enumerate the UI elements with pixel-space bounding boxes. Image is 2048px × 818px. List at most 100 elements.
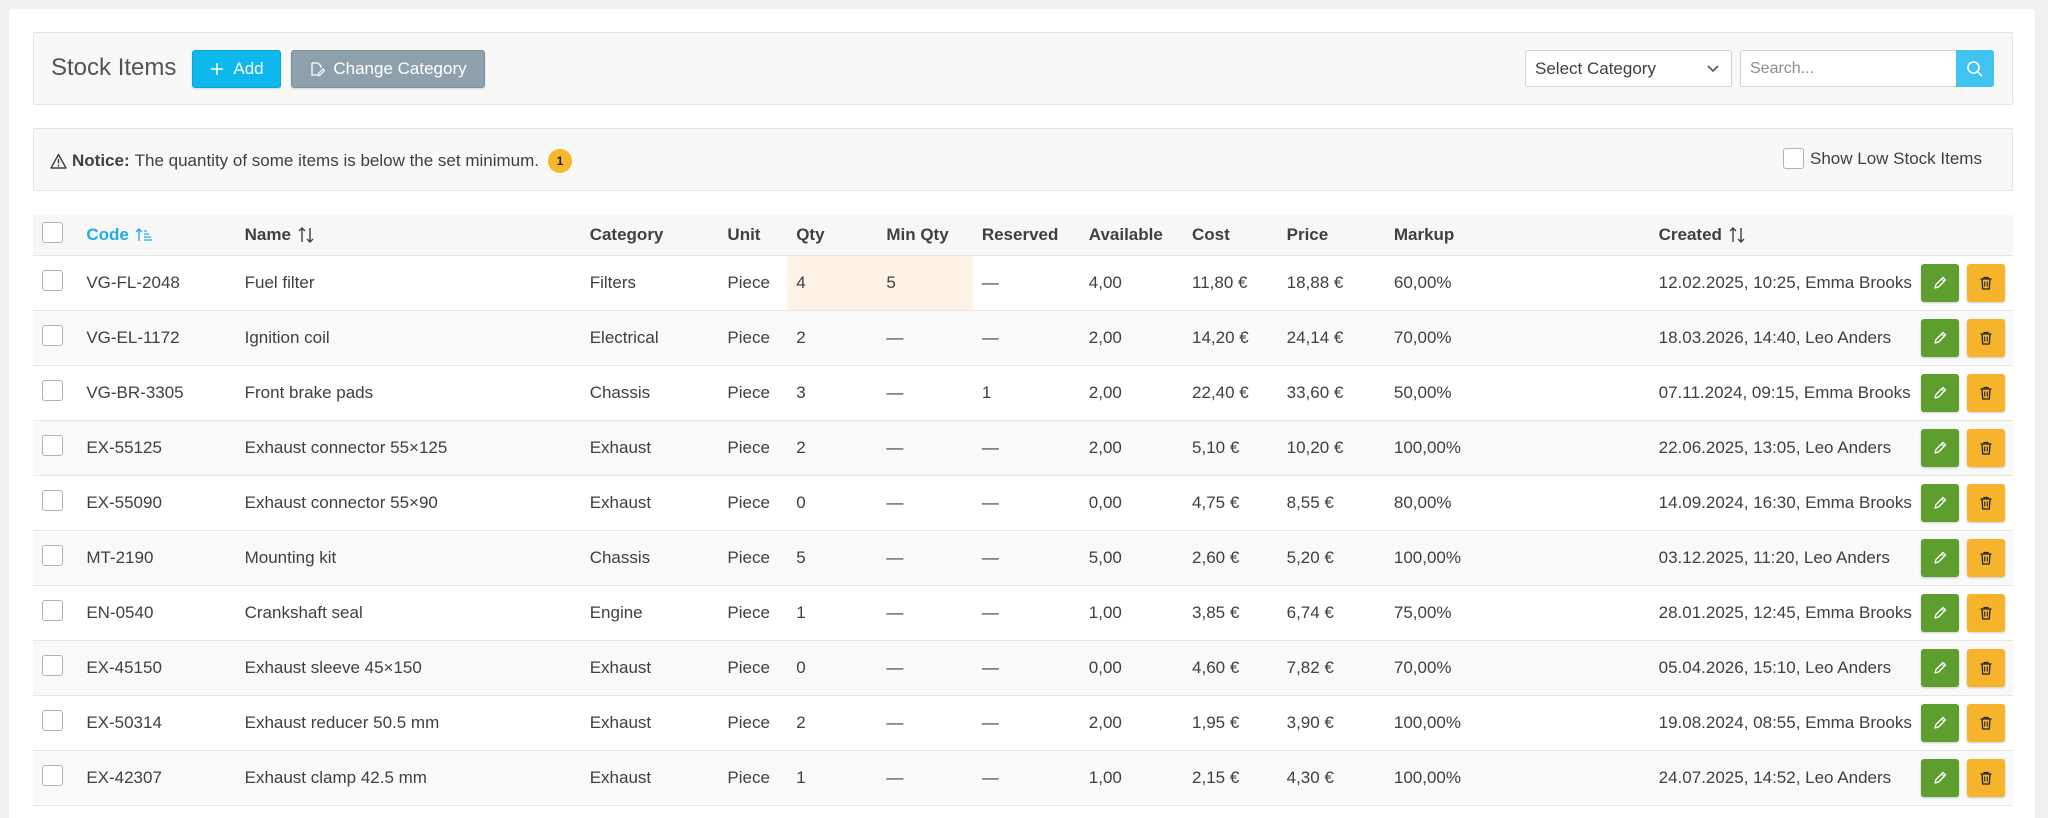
cell-qty: 2 xyxy=(796,327,806,347)
row-actions-cell xyxy=(1912,695,2013,750)
delete-button[interactable] xyxy=(1967,758,2005,797)
trash-icon xyxy=(1980,276,1992,290)
col-header-qty: Qty xyxy=(787,215,878,256)
cell-available: 2,00 xyxy=(1088,327,1122,347)
row-checkbox[interactable] xyxy=(42,599,63,621)
edit-button[interactable] xyxy=(1921,263,1959,302)
row-select-cell xyxy=(33,530,77,585)
row-actions-cell xyxy=(1912,640,2013,695)
delete-button[interactable] xyxy=(1967,593,2005,632)
pencil-icon xyxy=(1934,606,1947,619)
cell-created: 19.08.2024, 08:55, Emma Brooks xyxy=(1658,712,1912,732)
edit-button[interactable] xyxy=(1921,703,1959,742)
row-actions-cell xyxy=(1912,255,2013,310)
show-low-stock-toggle[interactable]: Show Low Stock Items xyxy=(1783,148,1982,169)
row-checkbox[interactable] xyxy=(42,764,63,786)
cell-name: Front brake pads xyxy=(244,382,374,402)
row-actions-cell xyxy=(1912,750,2013,805)
edit-button[interactable] xyxy=(1921,373,1959,412)
cell-category: Exhaust xyxy=(589,767,652,787)
category-select-value: Select Category xyxy=(1535,58,1656,78)
row-actions xyxy=(1921,538,2013,577)
row-checkbox[interactable] xyxy=(42,324,63,346)
cell-min-qty: — xyxy=(886,767,904,787)
cell-qty: 2 xyxy=(796,712,806,732)
table-row: EX-50314 Exhaust reducer 50.5 mm Exhaust Pi… xyxy=(33,695,2013,750)
plus-icon xyxy=(211,63,224,75)
delete-button[interactable] xyxy=(1967,263,2005,302)
delete-button[interactable] xyxy=(1967,538,2005,577)
row-select-cell xyxy=(33,640,77,695)
change-category-button[interactable]: Change Category xyxy=(291,50,485,88)
delete-button[interactable] xyxy=(1967,648,2005,687)
cell-markup: 60,00% xyxy=(1393,272,1452,292)
row-select-cell xyxy=(33,585,77,640)
row-select-cell xyxy=(33,750,77,805)
cell-qty: 0 xyxy=(796,492,806,512)
cell-created: 05.04.2026, 15:10, Leo Anders xyxy=(1658,657,1892,677)
row-select-cell xyxy=(33,695,77,750)
search-button[interactable] xyxy=(1956,50,1994,87)
toolbar-card: Stock Items Add Change Category Select C… xyxy=(33,32,2013,105)
cell-markup: 50,00% xyxy=(1393,382,1452,402)
category-select[interactable]: Select Category xyxy=(1525,50,1732,87)
select-all-checkbox[interactable] xyxy=(42,221,63,243)
row-select-cell xyxy=(33,365,77,420)
edit-button[interactable] xyxy=(1921,648,1959,687)
delete-button[interactable] xyxy=(1967,483,2005,522)
cell-category: Exhaust xyxy=(589,657,652,677)
pencil-icon xyxy=(1934,331,1947,344)
col-header-name[interactable]: Name xyxy=(235,215,581,256)
delete-button[interactable] xyxy=(1967,428,2005,467)
row-checkbox[interactable] xyxy=(42,544,63,566)
cell-available: 0,00 xyxy=(1088,657,1122,677)
cell-category: Exhaust xyxy=(589,437,652,457)
sort-ascending-icon xyxy=(135,228,152,242)
cell-price: 24,14 € xyxy=(1286,327,1344,347)
notice-card: Notice: The quantity of some items is be… xyxy=(33,128,2013,191)
cell-cost: 14,20 € xyxy=(1192,327,1249,347)
row-checkbox[interactable] xyxy=(42,269,63,291)
row-checkbox[interactable] xyxy=(42,379,63,401)
edit-button[interactable] xyxy=(1921,538,1959,577)
cell-category: Chassis xyxy=(589,547,651,567)
cell-name: Exhaust connector 55×90 xyxy=(244,492,438,512)
edit-button[interactable] xyxy=(1921,428,1959,467)
cell-markup: 75,00% xyxy=(1393,602,1452,622)
pencil-icon xyxy=(1934,551,1947,564)
col-header-created[interactable]: Created xyxy=(1649,215,1912,256)
edit-button[interactable] xyxy=(1921,483,1959,522)
cell-reserved: — xyxy=(981,327,999,347)
edit-button[interactable] xyxy=(1921,758,1959,797)
edit-button[interactable] xyxy=(1921,318,1959,357)
add-button[interactable]: Add xyxy=(192,50,281,88)
delete-button[interactable] xyxy=(1967,373,2005,412)
search-input[interactable] xyxy=(1740,50,1956,87)
edit-button[interactable] xyxy=(1921,593,1959,632)
col-header-code[interactable]: Code xyxy=(77,215,236,256)
cell-category: Filters xyxy=(589,272,636,292)
row-select-cell xyxy=(33,255,77,310)
pencil-icon xyxy=(1934,661,1947,674)
row-checkbox[interactable] xyxy=(42,709,63,731)
delete-button[interactable] xyxy=(1967,703,2005,742)
cell-category: Exhaust xyxy=(589,492,652,512)
cell-qty: 1 xyxy=(796,767,806,787)
warning-icon xyxy=(50,153,67,169)
show-low-stock-checkbox[interactable] xyxy=(1783,148,1804,169)
cell-name: Fuel filter xyxy=(244,272,315,292)
cell-created: 18.03.2026, 14:40, Leo Anders xyxy=(1658,327,1892,347)
cell-min-qty: — xyxy=(886,327,904,347)
row-checkbox[interactable] xyxy=(42,434,63,456)
cell-name: Exhaust reducer 50.5 mm xyxy=(244,712,440,732)
trash-icon xyxy=(1980,771,1992,785)
row-checkbox[interactable] xyxy=(42,489,63,511)
delete-button[interactable] xyxy=(1967,318,2005,357)
cell-code: EN-0540 xyxy=(86,602,154,622)
row-actions xyxy=(1921,318,2013,357)
row-checkbox[interactable] xyxy=(42,654,63,676)
cell-reserved: 1 xyxy=(981,382,992,402)
table-row: EX-55090 Exhaust connector 55×90 Exhaust Pi… xyxy=(33,475,2013,530)
cell-qty: 3 xyxy=(796,382,806,402)
cell-reserved: — xyxy=(981,492,999,512)
